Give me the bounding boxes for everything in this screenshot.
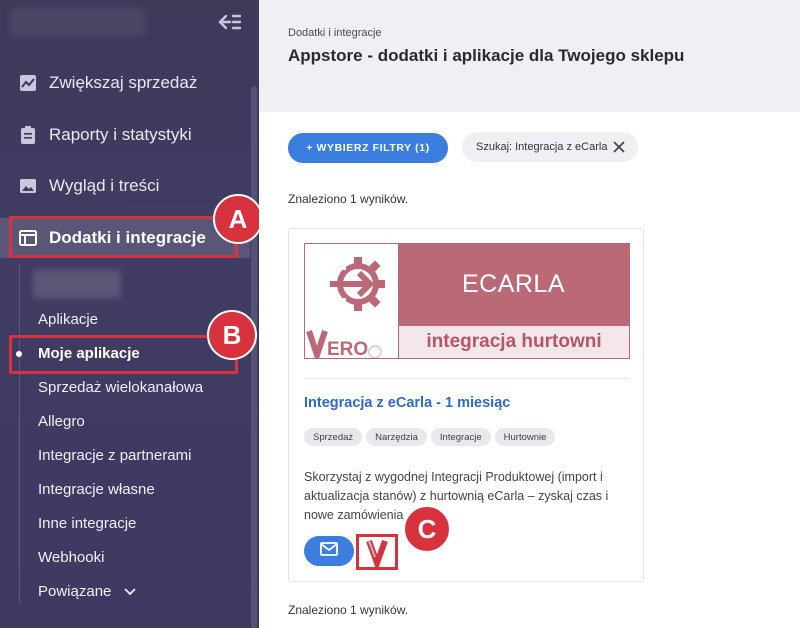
collapse-sidebar-icon[interactable]	[217, 12, 242, 32]
choose-filters-button[interactable]: + WYBIERZ FILTRY (1)	[288, 133, 448, 163]
breadcrumb[interactable]: Dodatki i integracje	[288, 27, 382, 39]
banner-subtitle: integracja hurtowni	[398, 325, 629, 358]
submenu-item-powiazane[interactable]: Powiązane	[0, 578, 250, 606]
main-content: Dodatki i integracje Appstore - dodatki …	[259, 0, 800, 628]
page-title: Appstore - dodatki i aplikacje dla Twoje…	[288, 46, 685, 65]
tag[interactable]: Narzędzia	[366, 428, 427, 446]
page-header: Dodatki i integracje Appstore - dodatki …	[259, 0, 800, 112]
search-chip-label: Szukaj: Integracja z eCarla	[476, 141, 608, 153]
sidebar-scrollbar[interactable]	[251, 86, 257, 628]
app-card[interactable]: ERO ECARLA integracja hurtowni Integracj…	[288, 228, 644, 582]
sidebar-item-raporty[interactable]: Raporty i statystyki	[0, 115, 250, 155]
search-filter-chip: Szukaj: Integracja z eCarla	[462, 132, 638, 162]
vendor-logo-button[interactable]	[356, 534, 398, 572]
chevron-down-icon	[123, 578, 136, 606]
clipboard-icon	[19, 126, 37, 144]
sidebar-item-label: Wygląd i treści	[49, 176, 160, 195]
close-icon[interactable]	[612, 140, 626, 154]
tag[interactable]: Hurtownie	[494, 428, 556, 446]
submenu-item-allegro[interactable]: Allegro	[0, 408, 250, 436]
submenu-item-integracje-wlasne[interactable]: Integracje własne	[0, 476, 250, 504]
submenu-item-integracje-z-partnerami[interactable]: Integracje z partnerami	[0, 442, 250, 470]
image-icon	[19, 177, 37, 195]
annotation-badge-b: B	[207, 310, 257, 360]
svg-text:ERO: ERO	[327, 339, 368, 358]
sidebar-item-wyglad[interactable]: Wygląd i treści	[0, 166, 250, 206]
sidebar-item-label: Zwiększaj sprzedaż	[49, 73, 198, 92]
sidebar-item-label: Raporty i statystyki	[49, 125, 192, 144]
annotation-badge-c: C	[403, 505, 451, 553]
app-tags: Sprzedaż Narzędzia Integracje Hurtownie	[304, 428, 556, 446]
submenu-item-webhooki[interactable]: Webhooki	[0, 544, 250, 572]
contact-button[interactable]	[304, 536, 354, 566]
sidebar: Zwiększaj sprzedaż Raporty i statystyki …	[0, 0, 263, 628]
annotation-badge-a: A	[213, 194, 263, 244]
highlight-box-a	[9, 216, 238, 258]
submenu-item-inne-integracje[interactable]: Inne integracje	[0, 510, 250, 538]
vero-logo: ERO	[305, 325, 398, 365]
store-logo-blurred	[10, 8, 145, 36]
results-count-top: Znaleziono 1 wyników.	[288, 192, 409, 206]
results-count-bottom: Znaleziono 1 wyników.	[288, 603, 409, 617]
tag[interactable]: Integracje	[430, 428, 491, 446]
chart-line-icon	[19, 74, 37, 92]
mail-icon	[320, 541, 338, 561]
banner-ecarla-text: ECARLA	[398, 244, 629, 325]
submenu-blurred-item	[33, 270, 121, 298]
sidebar-top	[0, 0, 259, 44]
app-banner[interactable]: ERO ECARLA integracja hurtowni	[304, 243, 630, 365]
app-title-link[interactable]: Integracja z eCarla - 1 miesiąc	[304, 395, 510, 411]
submenu-item-sprzedaz-wielokanalowa[interactable]: Sprzedaż wielokanałowa	[0, 374, 250, 402]
card-divider	[304, 378, 630, 379]
highlight-box-b	[9, 335, 238, 374]
app-description: Skorzystaj z wygodnej Integracji Produkt…	[304, 470, 609, 522]
sidebar-item-zwiekszaj-sprzedaz[interactable]: Zwiększaj sprzedaż	[0, 63, 250, 103]
tag[interactable]: Sprzedaż	[304, 428, 363, 446]
